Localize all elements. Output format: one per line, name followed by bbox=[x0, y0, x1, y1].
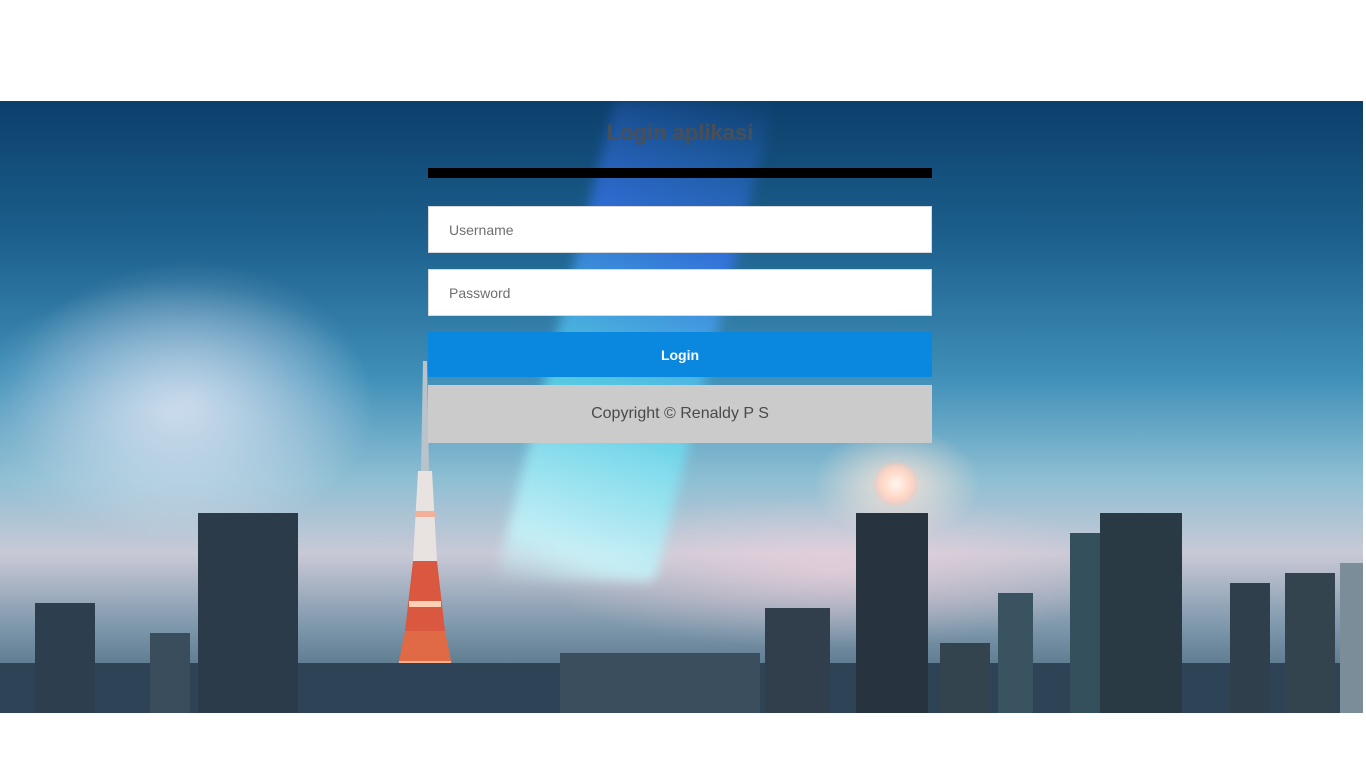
cloud-mist bbox=[0, 281, 380, 541]
copyright-footer: Copyright © Renaldy P S bbox=[428, 385, 932, 443]
page-title: Login aplikasi bbox=[606, 120, 754, 145]
city-skyline bbox=[0, 513, 1363, 713]
login-button[interactable]: Login bbox=[428, 332, 932, 377]
password-input[interactable] bbox=[428, 269, 932, 316]
username-input[interactable] bbox=[428, 206, 932, 253]
title-divider bbox=[428, 168, 932, 178]
login-page: Login aplikasi Login Copyright © Renaldy… bbox=[0, 0, 1366, 768]
sun-glow bbox=[874, 462, 918, 506]
